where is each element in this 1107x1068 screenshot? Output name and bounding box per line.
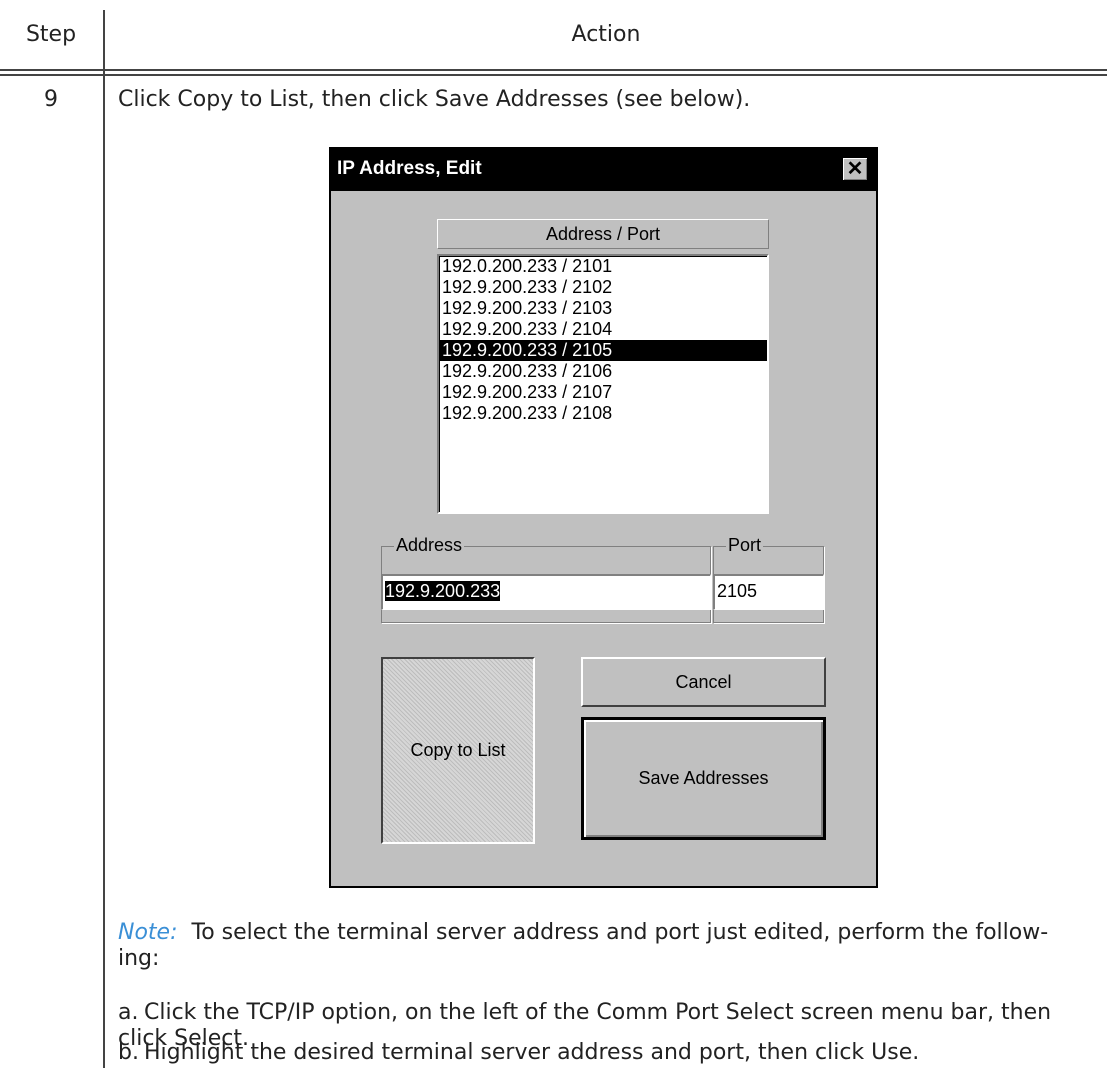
list-item[interactable]: 192.9.200.233 / 2103 bbox=[439, 298, 767, 319]
port-field[interactable]: 2105 bbox=[713, 574, 824, 610]
close-icon[interactable]: ✕ bbox=[842, 157, 868, 181]
column-divider bbox=[103, 10, 105, 1068]
port-value: 2105 bbox=[717, 581, 758, 601]
step-number: 9 bbox=[44, 87, 58, 112]
substep-text: Highlight the desired terminal server ad… bbox=[144, 1040, 920, 1065]
list-item[interactable]: 192.9.200.233 / 2102 bbox=[439, 277, 767, 298]
note-text: To select the terminal server address an… bbox=[118, 920, 1049, 971]
cancel-button[interactable]: Cancel bbox=[581, 657, 826, 707]
address-label: Address bbox=[394, 535, 465, 556]
column-header-step: Step bbox=[25, 22, 77, 47]
list-item[interactable]: 192.9.200.233 / 2105 bbox=[439, 340, 767, 361]
port-label: Port bbox=[726, 535, 764, 556]
header-rule-top bbox=[0, 69, 1107, 71]
address-value: 192.9.200.233 bbox=[385, 581, 501, 601]
list-item[interactable]: 192.9.200.233 / 2104 bbox=[439, 319, 767, 340]
step-instruction: Click Copy to List, then click Save Addr… bbox=[118, 87, 751, 112]
address-port-column-header[interactable]: Address / Port bbox=[437, 219, 769, 249]
header-rule-bottom bbox=[0, 74, 1107, 76]
save-addresses-button[interactable]: Save Addresses bbox=[581, 717, 826, 840]
list-item[interactable]: 192.9.200.233 / 2108 bbox=[439, 403, 767, 424]
copy-to-list-button[interactable]: Copy to List bbox=[381, 657, 535, 844]
list-item[interactable]: 192.9.200.233 / 2107 bbox=[439, 382, 767, 403]
substep-letter: b. bbox=[118, 1040, 139, 1065]
substep-b: b. Highlight the desired terminal server … bbox=[118, 1040, 1078, 1066]
address-port-listbox[interactable]: 192.0.200.233 / 2101 192.9.200.233 / 210… bbox=[437, 254, 769, 514]
note-label: Note: bbox=[118, 920, 178, 945]
substep-letter: a. bbox=[118, 1000, 139, 1025]
ip-address-edit-dialog: IP Address, Edit ✕ Address / Port 192.0.… bbox=[329, 147, 878, 888]
address-field[interactable]: 192.9.200.233 bbox=[381, 574, 711, 610]
list-item[interactable]: 192.0.200.233 / 2101 bbox=[439, 256, 767, 277]
dialog-title: IP Address, Edit bbox=[337, 158, 482, 179]
list-item[interactable]: 192.9.200.233 / 2106 bbox=[439, 361, 767, 382]
note-paragraph: Note: To select the terminal server addr… bbox=[118, 920, 1078, 972]
dialog-titlebar: IP Address, Edit ✕ bbox=[331, 149, 876, 191]
column-header-action: Action bbox=[571, 22, 641, 47]
